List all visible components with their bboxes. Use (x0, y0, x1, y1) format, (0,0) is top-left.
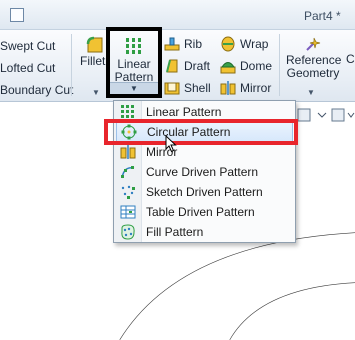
rib-label: Rib (184, 37, 203, 51)
menu-item-label: Table Driven Pattern (146, 205, 255, 219)
mirror-label: Mirror (240, 81, 272, 95)
draft-button[interactable]: Draft (164, 56, 210, 76)
curve-driven-pattern-icon (121, 166, 135, 179)
shell-button[interactable]: Shell (164, 78, 211, 98)
mirror-icon (220, 81, 236, 95)
reference-geometry-button[interactable]: Reference Geometry (286, 36, 342, 80)
fillet-button[interactable]: Fillet (80, 36, 106, 76)
menu-item-sketch-driven-pattern[interactable]: Sketch Driven Pattern (116, 182, 293, 202)
menu-item-table-driven-pattern[interactable]: Table Driven Pattern (116, 202, 293, 222)
shell-label: Shell (184, 81, 211, 95)
reference-geometry-label-line1: Reference (286, 53, 342, 67)
fill-pattern-icon (121, 224, 135, 240)
wrap-button[interactable]: Wrap (220, 34, 268, 54)
ribbon-separator (71, 34, 72, 96)
menu-item-label: Curve Driven Pattern (146, 165, 259, 179)
fillet-icon (86, 36, 103, 53)
linear-pattern-icon (121, 105, 134, 118)
reference-geometry-label-line2: Geometry (286, 66, 340, 80)
reference-geometry-dropdown-icon[interactable]: ▼ (307, 88, 315, 97)
shell-icon (164, 82, 180, 95)
linear-pattern-button-highlight[interactable]: Linear Pattern ▼ (106, 27, 162, 98)
dome-button[interactable]: Dome (220, 56, 272, 76)
mouse-cursor-icon (165, 135, 177, 153)
ribbon-separator (279, 34, 280, 96)
draft-label: Draft (184, 59, 211, 73)
fillet-dropdown-icon[interactable]: ▼ (92, 88, 100, 97)
menu-item-mirror[interactable]: Mirror (116, 142, 293, 162)
reference-geometry-icon (306, 37, 321, 51)
title-bar: Part4 * (0, 0, 355, 30)
linear-pattern-dropdown-button[interactable]: ▼ (110, 82, 158, 94)
boundary-cut-button[interactable]: Boundary Cut (0, 80, 73, 100)
view-orientation-icon (297, 108, 355, 122)
mirror-button[interactable]: Mirror (220, 78, 271, 98)
linear-pattern-label-line1: Linear (117, 57, 151, 71)
boundary-cut-label: Boundary Cut (0, 83, 74, 97)
linear-pattern-icon (126, 38, 141, 54)
swept-cut-button[interactable]: Swept Cut (0, 36, 55, 56)
lofted-cut-label: Lofted Cut (0, 61, 56, 75)
rib-icon (164, 37, 180, 51)
circular-pattern-highlight-box (104, 119, 298, 145)
dome-icon (220, 62, 236, 74)
menu-item-label: Sketch Driven Pattern (146, 185, 263, 199)
menu-item-label: Fill Pattern (146, 225, 204, 239)
wrap-label: Wrap (240, 37, 269, 51)
swept-cut-label: Swept Cut (0, 39, 56, 53)
table-driven-pattern-icon (120, 205, 136, 219)
rib-button[interactable]: Rib (164, 34, 202, 54)
menu-item-curve-driven-pattern[interactable]: Curve Driven Pattern (116, 162, 293, 182)
fillet-label: Fillet (80, 54, 106, 68)
sketch-driven-pattern-icon (121, 185, 135, 199)
document-icon (10, 8, 24, 22)
dome-label: Dome (240, 59, 273, 73)
cut-off-button-label: C (346, 52, 355, 66)
draft-icon (166, 59, 178, 73)
lofted-cut-button[interactable]: Lofted Cut (0, 58, 55, 78)
menu-item-label: Linear Pattern (146, 105, 222, 119)
mirror-icon (120, 145, 136, 159)
wrap-icon (221, 36, 235, 52)
chevron-down-icon: ▼ (130, 84, 138, 93)
window-title: Part4 * (304, 9, 341, 23)
view-toolbar[interactable] (296, 107, 355, 125)
menu-item-fill-pattern[interactable]: Fill Pattern (116, 222, 293, 242)
